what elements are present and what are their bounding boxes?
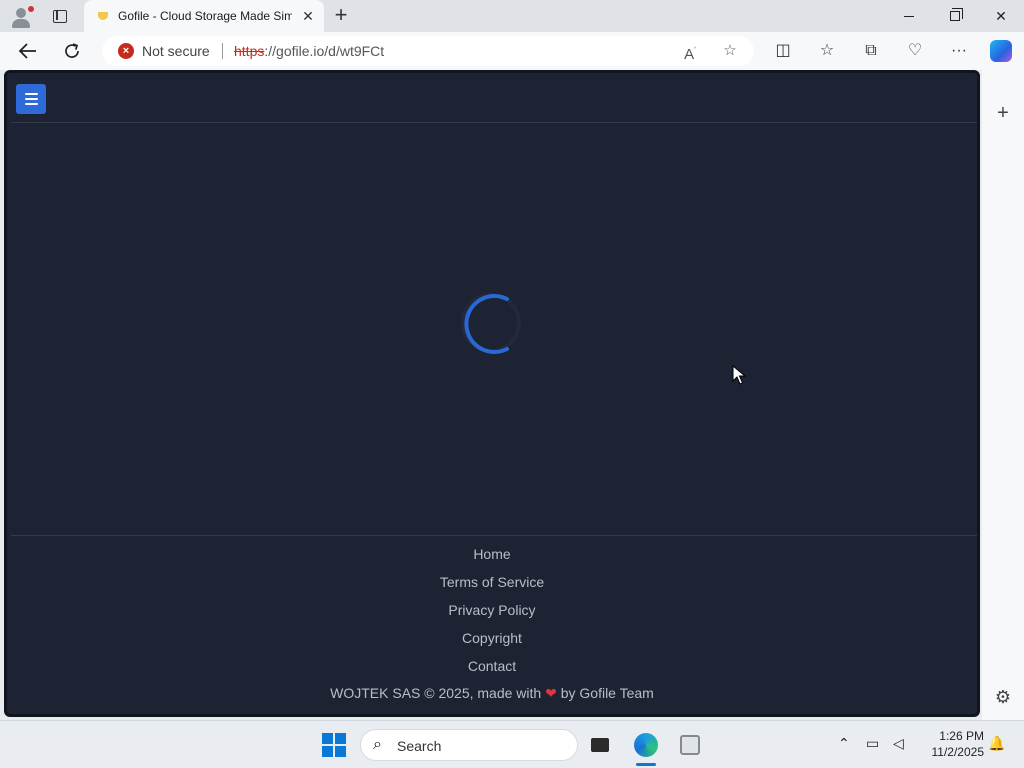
show-hidden-icons-chevron-icon[interactable]: ⌃	[838, 735, 850, 752]
browser-essentials-icon[interactable]: ♡	[902, 39, 928, 63]
favorite-star-icon[interactable]: ☆	[720, 41, 740, 61]
browser-tab[interactable]: Gofile - Cloud Storage Made Sim ✕	[84, 0, 324, 32]
copyright-prefix: WOJTEK SAS © 2025, made with	[330, 685, 542, 701]
copyright-notice: WOJTEK SAS © 2025, made with ❤ by Gofile…	[7, 685, 977, 702]
security-label[interactable]: Not secure	[142, 43, 210, 59]
active-app-indicator	[636, 763, 656, 766]
copyright-suffix: by Gofile Team	[560, 685, 654, 701]
notification-bell-icon[interactable]: 🔔	[988, 735, 1005, 752]
tab-actions-icon[interactable]	[48, 6, 72, 26]
network-icon[interactable]: ▭	[866, 735, 879, 752]
footer-link-home[interactable]: Home	[7, 546, 977, 562]
mouse-cursor-icon	[732, 365, 746, 385]
sidebar-settings-gear-icon[interactable]: ⚙	[990, 684, 1016, 710]
windows-start-icon[interactable]	[322, 733, 346, 757]
app-window-icon[interactable]	[674, 729, 706, 761]
footer-link-contact[interactable]: Contact	[7, 658, 977, 674]
address-bar[interactable]: × Not secure https://gofile.io/d/wt9FCt …	[102, 36, 754, 66]
tab-title: Gofile - Cloud Storage Made Sim	[118, 9, 292, 23]
minimize-button[interactable]	[886, 0, 932, 32]
task-view-icon[interactable]	[584, 729, 616, 761]
footer-divider	[11, 535, 977, 536]
windows-taskbar: ⌕ Search ⌃ ▭ ◁ 1:26 PM 11/2/2025 🔔	[0, 720, 1024, 768]
gofile-favicon-icon	[98, 12, 108, 20]
url-divider	[222, 43, 223, 59]
edge-browser-icon[interactable]	[630, 729, 662, 761]
header-divider	[11, 122, 977, 123]
not-secure-icon[interactable]: ×	[118, 43, 134, 59]
url-text[interactable]: https://gofile.io/d/wt9FCt	[234, 43, 384, 59]
system-clock[interactable]: 1:26 PM 11/2/2025	[918, 728, 985, 760]
clock-time: 1:26 PM	[939, 729, 984, 743]
restore-button[interactable]	[932, 0, 978, 32]
hamburger-menu-button[interactable]	[16, 84, 46, 114]
url-path: ://gofile.io/d/wt9FCt	[264, 43, 385, 59]
favorites-icon[interactable]: ☆	[814, 39, 840, 63]
title-bar: Gofile - Cloud Storage Made Sim ✕ + ✕	[0, 0, 1024, 32]
search-icon: ⌕	[373, 736, 382, 753]
url-scheme: https	[234, 43, 265, 59]
sidebar-add-icon[interactable]: +	[990, 100, 1016, 126]
page-viewport: Home Terms of Service Privacy Policy Cop…	[4, 70, 980, 717]
back-arrow-icon[interactable]	[14, 38, 42, 64]
taskbar-search-box[interactable]: ⌕ Search	[360, 729, 578, 761]
more-menu-icon[interactable]: ···	[946, 39, 972, 63]
volume-icon[interactable]: ◁	[893, 735, 904, 752]
edge-sidebar: + ⚙	[982, 70, 1024, 720]
heart-icon: ❤	[545, 685, 557, 701]
profile-avatar-icon[interactable]	[8, 4, 34, 28]
taskbar-search-placeholder: Search	[397, 738, 442, 754]
footer-link-terms[interactable]: Terms of Service	[7, 574, 977, 590]
split-screen-icon[interactable]: ◫	[770, 39, 796, 63]
close-window-button[interactable]: ✕	[978, 0, 1024, 32]
footer-link-copyright[interactable]: Copyright	[7, 630, 977, 646]
footer-link-privacy[interactable]: Privacy Policy	[7, 602, 977, 618]
refresh-icon[interactable]	[58, 38, 86, 64]
collections-icon[interactable]: ⧉	[858, 39, 884, 63]
new-tab-icon[interactable]: +	[330, 4, 352, 27]
tab-close-icon[interactable]: ✕	[300, 8, 316, 24]
read-aloud-icon[interactable]: Aʼ	[680, 41, 700, 63]
copilot-icon[interactable]	[990, 40, 1012, 62]
navigation-bar: × Not secure https://gofile.io/d/wt9FCt …	[0, 32, 1024, 70]
clock-date: 11/2/2025	[931, 745, 985, 759]
loading-spinner-icon	[461, 293, 521, 354]
